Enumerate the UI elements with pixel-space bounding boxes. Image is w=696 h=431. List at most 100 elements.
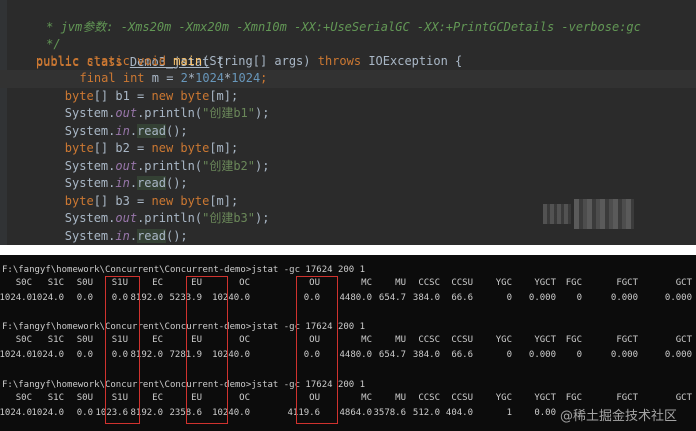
kw-int: int <box>122 71 145 85</box>
kw-void: void <box>137 54 166 68</box>
read-end: (); <box>165 176 188 190</box>
num-1024: 1024 <box>231 71 261 85</box>
code-line-1: * jvm参数: -Xms20m -Xmx20m -Xmn10m -XX:+Us… <box>10 1 641 34</box>
watermark-text: @稀土掘金技术社区 <box>560 409 678 424</box>
read-call: read <box>137 124 166 138</box>
code-line-8: System.in.read(); <box>7 123 188 141</box>
kw-new: new <box>151 141 174 155</box>
code-line-9: byte[] b2 = new byte[m]; <box>7 140 238 158</box>
method-main: main <box>173 54 203 68</box>
system: System. <box>64 176 116 190</box>
editor-gutter <box>0 0 7 245</box>
println: .println( <box>137 106 203 120</box>
gc-value-cell: 1 <box>506 408 512 418</box>
byte-m: [m]; <box>209 194 239 208</box>
code-line-11: System.in.read(); <box>7 175 188 193</box>
column-header: YGC <box>495 278 512 288</box>
code-line-13: System.out.println("创建b3"); <box>7 210 270 228</box>
blurred-region <box>543 204 571 224</box>
static-out: out <box>115 159 138 173</box>
gc-value-cell: 0 <box>576 293 582 303</box>
jvm-args-comment: * jvm参数: -Xms20m -Xmx20m -Xmn10m -XX:+Us… <box>38 19 641 34</box>
var-b3: [] b3 = <box>93 194 152 208</box>
dot: . <box>129 124 138 138</box>
column-header: CCSU <box>451 393 473 403</box>
highlight-box-eu <box>186 276 228 424</box>
code-line-3: public class Demo3_jstat { <box>7 36 224 69</box>
string-b3: "创建b3" <box>202 211 255 225</box>
gc-value-cell: 66.6 <box>451 293 473 303</box>
code-line-4: public static void main(String[] args) t… <box>7 53 462 71</box>
gc-value-cell: 0 <box>506 350 512 360</box>
watermark: @稀土掘金技术社区 <box>560 405 677 424</box>
read-end: (); <box>165 124 188 138</box>
close-paren: ); <box>255 106 270 120</box>
column-header: FGC <box>565 278 582 288</box>
var-b1: [] b1 = <box>93 89 152 103</box>
code-line-7: System.out.println("创建b1"); <box>7 105 270 123</box>
println: .println( <box>137 211 203 225</box>
var-m: m = <box>144 71 181 85</box>
dot: . <box>129 176 138 190</box>
kw-new: new <box>151 89 174 103</box>
kw-static: static <box>86 54 130 68</box>
dot: . <box>129 229 138 243</box>
kw-final: final <box>79 71 116 85</box>
main-params: (String[] args) <box>202 54 318 68</box>
system: System. <box>64 106 116 120</box>
string-b2: "创建b2" <box>202 159 255 173</box>
gc-value-cell: 0.000 <box>610 293 638 303</box>
static-in: in <box>115 124 130 138</box>
semicolon: ; <box>260 71 268 85</box>
byte-m: [m]; <box>209 141 239 155</box>
static-out: out <box>115 106 138 120</box>
system: System. <box>64 124 116 138</box>
column-header: CCSU <box>451 335 473 345</box>
column-header: GCT <box>675 335 692 345</box>
kw-byte: byte <box>180 194 210 208</box>
num-1024: 1024 <box>195 71 225 85</box>
read-call: read <box>137 229 166 243</box>
column-header: FGCT <box>616 335 638 345</box>
column-header: GCT <box>675 278 692 288</box>
code-line-5-current: final int m = 2*1024*1024; <box>0 70 696 88</box>
system: System. <box>64 159 116 173</box>
kw-byte: byte <box>180 89 210 103</box>
blurred-region <box>574 199 634 229</box>
system: System. <box>64 229 116 243</box>
var-b2: [] b2 = <box>93 141 152 155</box>
exception-type: IOException { <box>361 54 463 68</box>
column-header: GCT <box>675 393 692 403</box>
highlight-box-s1u <box>105 276 140 424</box>
system: System. <box>64 211 116 225</box>
close-paren: ); <box>255 159 270 173</box>
kw-byte: byte <box>64 141 94 155</box>
string-b1: "创建b1" <box>202 106 255 120</box>
kw-byte: byte <box>64 194 94 208</box>
close-paren: ); <box>255 211 270 225</box>
gc-value-cell: 0.000 <box>610 350 638 360</box>
gc-value-cell: 404.0 <box>445 408 473 418</box>
column-header: YGC <box>495 393 512 403</box>
kw-new: new <box>151 194 174 208</box>
kw-throws: throws <box>317 54 362 68</box>
println: .println( <box>137 159 203 173</box>
column-header: FGCT <box>616 278 638 288</box>
num-2: 2 <box>180 71 188 85</box>
kw-byte: byte <box>64 89 94 103</box>
code-editor[interactable]: * jvm参数: -Xms20m -Xmx20m -Xmn10m -XX:+Us… <box>0 0 696 245</box>
code-line-2: */ <box>10 18 60 51</box>
gc-value-cell: 0.000 <box>664 293 692 303</box>
highlight-box-ou <box>296 276 338 424</box>
gc-value-cell: 0 <box>506 293 512 303</box>
gc-value-cell: 0 <box>576 350 582 360</box>
static-in: in <box>115 229 130 243</box>
kw-public: public <box>35 54 80 68</box>
column-header: FGC <box>565 335 582 345</box>
panel-separator <box>0 245 696 255</box>
column-header: FGCT <box>616 393 638 403</box>
kw-byte: byte <box>180 141 210 155</box>
static-out: out <box>115 211 138 225</box>
gc-value-cell: 66.6 <box>451 350 473 360</box>
column-header: FGC <box>565 393 582 403</box>
